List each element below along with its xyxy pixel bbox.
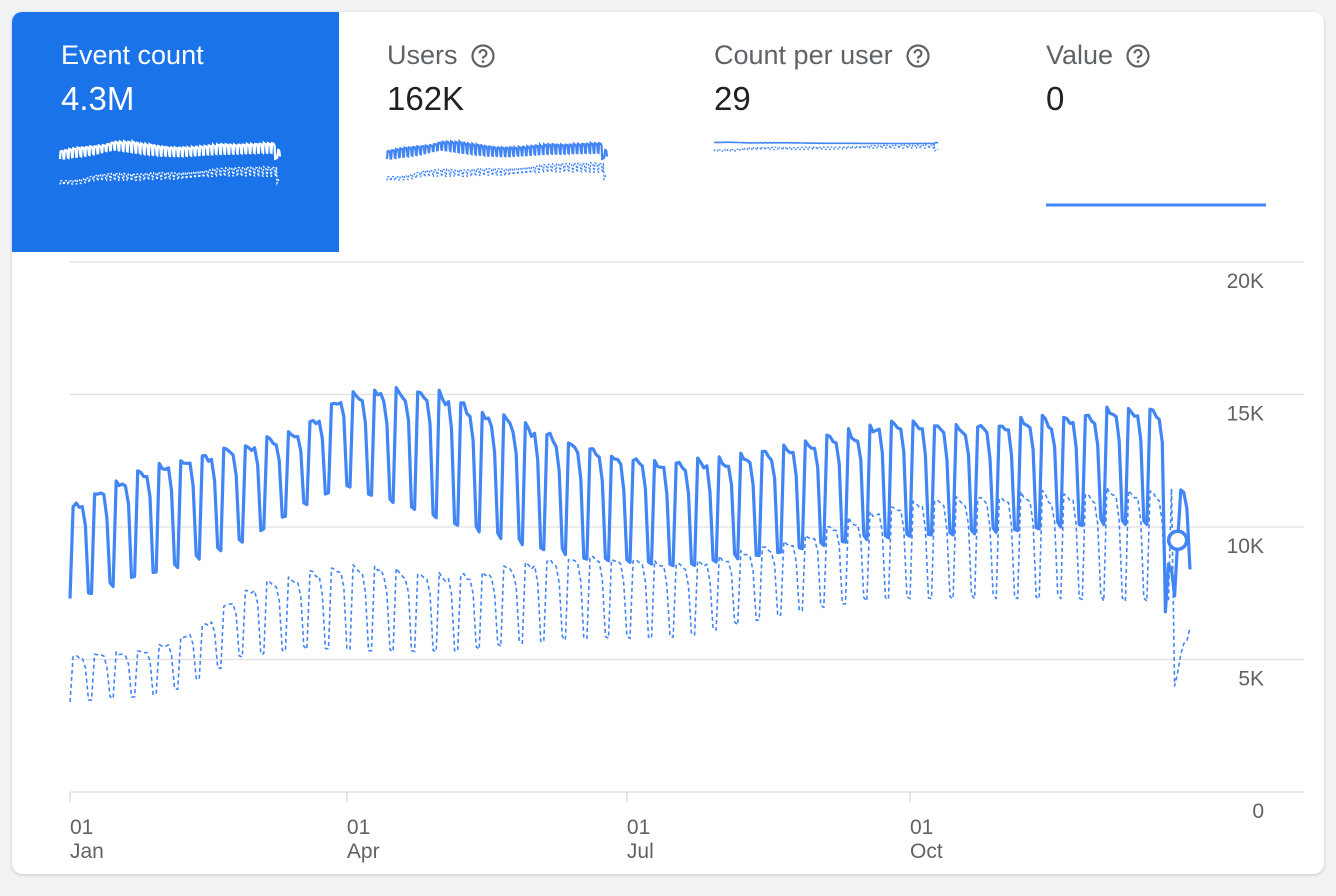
tab-event-count[interactable]: Event count 4.3M: [12, 12, 339, 252]
x-tick-month: Jan: [70, 840, 104, 863]
sparkline-event-count: [58, 138, 282, 186]
metrics-card: Event count 4.3M Users 162K Count per us…: [12, 12, 1324, 874]
main-line-chart: 05K10K15K20K01Jan01Apr01Jul01Oct: [68, 261, 1304, 863]
sparkline-path: [59, 165, 281, 186]
x-tick-day: 01: [627, 816, 650, 839]
hover-point-marker: [1166, 529, 1189, 551]
y-tick-label: 15K: [1227, 403, 1264, 426]
x-tick-month: Oct: [910, 840, 943, 863]
x-tick-month: Jul: [627, 840, 654, 863]
sparkline-path: [385, 138, 609, 161]
y-tick-label: 10K: [1227, 535, 1264, 558]
x-tick-day: 01: [910, 816, 933, 839]
x-tick-day: 01: [347, 816, 370, 839]
series-line-solid: [68, 386, 1192, 614]
metric-tabs: Event count 4.3M Users 162K Count per us…: [12, 12, 1324, 252]
y-tick-label: 5K: [1238, 668, 1264, 691]
sparkline-count-per-user: [713, 141, 939, 152]
tab-count-per-user[interactable]: Count per user 29: [666, 12, 996, 252]
sparkline-path: [713, 141, 939, 146]
series-layer: [68, 386, 1192, 702]
hover-marker-layer: [1166, 529, 1189, 551]
y-tick-label: 0: [1252, 800, 1264, 823]
tab-value[interactable]: Value 0: [996, 12, 1324, 252]
y-tick-label: 20K: [1227, 270, 1264, 293]
sparkline-path: [713, 144, 939, 152]
sparkline-path: [58, 138, 282, 161]
axis-ticks: 05K10K15K20K01Jan01Apr01Jul01Oct: [69, 270, 1264, 863]
tab-users[interactable]: Users 162K: [339, 12, 666, 252]
sparkline-path: [386, 161, 608, 182]
sparkline-value: [1046, 203, 1266, 207]
sparkline-users: [385, 138, 609, 182]
x-tick-month: Apr: [347, 840, 380, 863]
x-tick-day: 01: [70, 816, 93, 839]
